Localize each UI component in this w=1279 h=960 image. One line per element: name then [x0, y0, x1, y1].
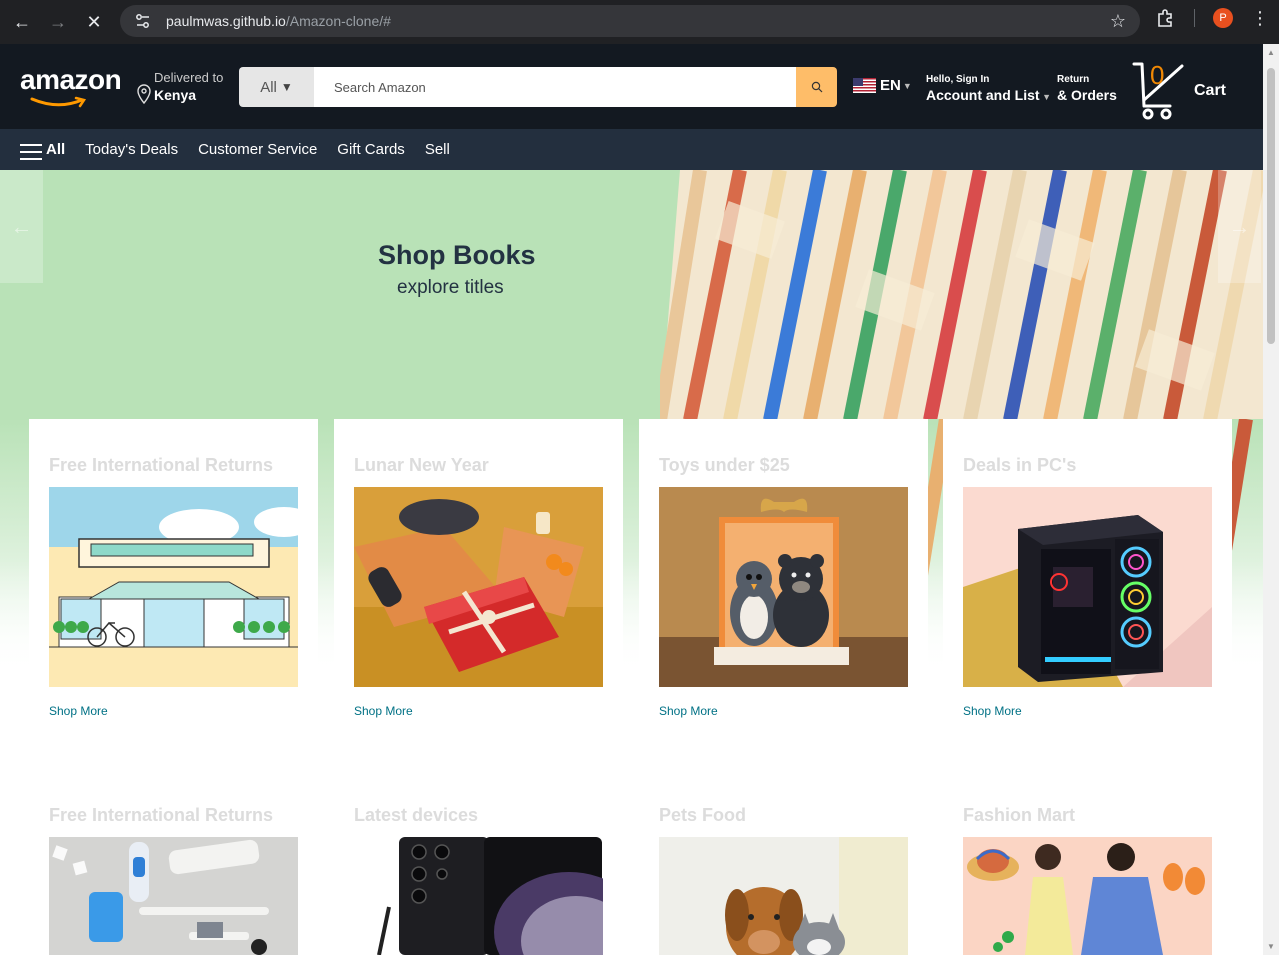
cart-count: 0 — [1150, 60, 1165, 90]
card-title: Pets Food — [659, 805, 747, 825]
books-banner-image — [660, 170, 1263, 420]
card-title: Lunar New Year — [354, 455, 489, 475]
fashion-image[interactable] — [963, 837, 1212, 955]
pets-image[interactable] — [659, 837, 908, 960]
nav-item-todays-deals[interactable]: Today's Deals — [85, 141, 178, 158]
toiletries-image[interactable] — [49, 837, 298, 955]
hero-carousel: Shop Books explore titles ← → — [0, 170, 1279, 420]
nav-item-gift-cards[interactable]: Gift Cards — [337, 141, 405, 158]
card-pets-food: Pets Food — [639, 769, 928, 960]
deliver-country: Kenya — [154, 87, 197, 103]
shop-more-link[interactable]: Shop More — [963, 704, 1212, 718]
us-flag-icon — [853, 78, 876, 93]
language-selector[interactable]: EN ▼ — [853, 77, 912, 94]
caret-down-icon: ▼ — [902, 80, 912, 91]
toolbar-divider — [1194, 9, 1195, 27]
back-arrow-icon[interactable]: ← — [10, 10, 34, 34]
stop-loading-icon[interactable]: ✕ — [82, 10, 106, 34]
scrollbar-thumb[interactable] — [1267, 68, 1275, 344]
all-menu-button[interactable]: All — [20, 140, 65, 160]
hamburger-menu-icon — [20, 143, 42, 160]
nav-item-sell[interactable]: Sell — [425, 141, 450, 158]
site-header: amazon Delivered to Kenya All ▼ Search A… — [0, 44, 1279, 129]
smartphone-image[interactable] — [354, 837, 644, 960]
site-settings-icon[interactable] — [134, 12, 152, 30]
extensions-puzzle-icon[interactable] — [1156, 8, 1176, 28]
location-pin-icon — [137, 84, 151, 104]
forward-arrow-icon[interactable]: → — [46, 10, 70, 34]
hero-subtitle: explore titles — [397, 277, 504, 298]
card-free-returns-2: Free International Returns — [29, 769, 318, 955]
card-free-returns: Free International Returns Shop More — [29, 419, 318, 729]
amazon-logo[interactable]: amazon — [20, 64, 122, 96]
shop-more-link[interactable]: Shop More — [659, 704, 908, 718]
card-title: Latest devices — [354, 805, 479, 825]
account-greeting: Hello, Sign In — [926, 74, 990, 85]
caret-down-icon: ▼ — [280, 80, 293, 94]
search-input[interactable] — [314, 67, 796, 107]
card-title: Fashion Mart — [963, 805, 1076, 825]
url-path: /Amazon-clone/# — [285, 13, 391, 29]
cart-button[interactable]: 0 Cart — [1130, 60, 1226, 122]
card-latest-devices: Latest devices — [334, 769, 644, 960]
search-bar: All ▼ — [239, 67, 837, 107]
lunar-gifts-image[interactable] — [354, 487, 603, 687]
bookmark-star-icon[interactable]: ☆ — [1110, 11, 1126, 32]
page-scrollbar[interactable]: ▲ ▼ — [1263, 44, 1279, 955]
all-menu-label: All — [46, 141, 66, 158]
returns-orders-link[interactable]: Return & Orders — [1057, 74, 1117, 103]
card-title: Free International Returns — [49, 805, 274, 825]
deliver-label: Delivered to — [154, 70, 224, 85]
browser-menu-icon[interactable]: ⋮ — [1251, 9, 1269, 27]
carousel-next-button[interactable]: → — [1218, 170, 1261, 283]
deliver-to[interactable]: Delivered to Kenya — [137, 70, 223, 104]
hero-title: Shop Books — [378, 240, 536, 270]
address-bar[interactable]: paulmwas.github.io/Amazon-clone/# ☆ — [120, 5, 1140, 37]
account-menu[interactable]: Hello, Sign In Account and List ▼ — [926, 74, 1051, 103]
shop-more-link[interactable]: Shop More — [49, 704, 298, 718]
returns-label: Return — [1057, 74, 1090, 85]
storefront-image[interactable] — [49, 487, 314, 687]
scroll-down-icon[interactable]: ▼ — [1267, 942, 1275, 951]
card-lunar-new-year: Lunar New Year Shop More — [334, 419, 623, 729]
profile-avatar[interactable]: P — [1213, 8, 1233, 28]
language-label: EN — [880, 77, 901, 94]
cart-label: Cart — [1194, 82, 1227, 99]
hero-background — [0, 170, 700, 420]
browser-toolbar: ← → ✕ paulmwas.github.io/Amazon-clone/# … — [0, 0, 1279, 44]
search-category-select[interactable]: All ▼ — [239, 67, 314, 107]
card-deals-in-pcs: Deals in PC's Shop More — [943, 419, 1232, 729]
card-toys-under-25: Toys under $25 Shop More — [639, 419, 928, 729]
search-category-label: All — [260, 78, 277, 96]
carousel-prev-button[interactable]: ← — [0, 170, 43, 283]
search-button[interactable] — [796, 67, 837, 107]
shop-more-link[interactable]: Shop More — [354, 704, 603, 718]
sub-navigation: All Today's Deals Customer Service Gift … — [0, 129, 1279, 170]
plush-toys-image[interactable] — [659, 487, 908, 687]
card-title: Toys under $25 — [659, 455, 790, 475]
gaming-pc-image[interactable] — [963, 487, 1212, 687]
card-title: Deals in PC's — [963, 455, 1077, 475]
card-fashion-mart: Fashion Mart — [943, 769, 1232, 955]
caret-down-icon: ▼ — [1039, 92, 1051, 102]
amazon-smile-icon — [30, 96, 87, 108]
account-label: Account and List — [926, 87, 1040, 103]
scroll-up-icon[interactable]: ▲ — [1267, 48, 1275, 57]
search-icon — [811, 81, 822, 93]
nav-item-customer-service[interactable]: Customer Service — [198, 141, 317, 158]
url-host: paulmwas.github.io — [166, 13, 286, 29]
card-title: Free International Returns — [49, 455, 274, 475]
orders-label: & Orders — [1057, 87, 1117, 103]
